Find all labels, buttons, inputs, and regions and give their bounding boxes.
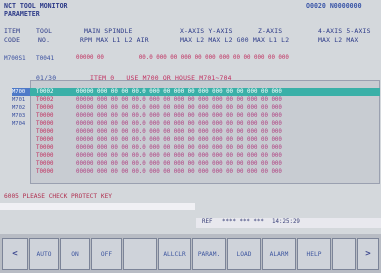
col-45-sub: MAX L2 MAX	[318, 36, 359, 44]
softkey-bar: < AUTO ON OFF ALLCLR PARAM. LOAD ALARM H…	[0, 234, 381, 273]
softkey-load[interactable]: LOAD	[227, 238, 261, 270]
softkey-next-icon[interactable]: >	[357, 238, 379, 270]
table-row[interactable]: T0002 00000 000 00 00 00.0 000 00 000 00…	[30, 88, 380, 96]
softkey-prev-icon[interactable]: <	[2, 238, 28, 270]
table-row[interactable]: T0000 00000 000 00 00 00.0 000 00 000 00…	[30, 128, 380, 136]
screen-title: NCT TOOL MONITOR	[4, 2, 68, 10]
program-status: O0020 N0000000	[306, 2, 362, 10]
row-tool: T0000	[36, 129, 54, 135]
row-tool: T0000	[36, 153, 54, 159]
row-tool: T0002	[36, 97, 54, 103]
row-values: 00000 000 00 00 00.0 000 00 000 00 000 0…	[76, 97, 282, 103]
row-tool: T0000	[36, 169, 54, 175]
row-values: 00000 000 00 00 00.0 000 00 000 00 000 0…	[76, 105, 282, 111]
row-values: 00000 000 00 00 00.0 000 00 000 00 000 0…	[76, 121, 282, 127]
col-axis-sub: MAX L2 MAX L2 G00 MAX L1 L2	[180, 36, 290, 44]
softkey-alarm[interactable]: ALARM	[262, 238, 296, 270]
row-values: 00000 000 00 00 00.0 000 00 000 00 000 0…	[76, 169, 282, 175]
status-mode: REF	[202, 219, 213, 225]
machine-code: M700S1	[4, 55, 26, 62]
col-xy-axis: X-AXIS Y-AXIS	[180, 27, 233, 35]
row-tool: T0000	[36, 113, 54, 119]
table-row[interactable]: T0000 00000 000 00 00 00.0 000 00 000 00…	[30, 112, 380, 120]
row-values: 00000 000 00 00 00.0 000 00 000 00 000 0…	[76, 145, 282, 151]
row-values: 00000 000 00 00 00.0 000 00 000 00 000 0…	[76, 137, 282, 143]
table-row[interactable]: T0000 00000 000 00 00 00.0 000 00 000 00…	[30, 104, 380, 112]
softkey-param[interactable]: PARAM.	[192, 238, 226, 270]
status-stars: **** *** ***	[222, 219, 264, 225]
softkey-on[interactable]: ON	[60, 238, 90, 270]
side-item-m701[interactable]: M701	[12, 96, 30, 104]
machine-values: 00000 00 00.0 000 00 000 00 000 000 00 0…	[76, 55, 289, 61]
table-row[interactable]: T0000 00000 000 00 00 00.0 000 00 000 00…	[30, 168, 380, 176]
row-tool: T0000	[36, 145, 54, 151]
col-45-axis: 4-AXIS 5-AXIS	[318, 27, 371, 35]
softkey-blank-2[interactable]	[332, 238, 356, 270]
table-row[interactable]: T0000 00000 000 00 00 00.0 000 00 000 00…	[30, 152, 380, 160]
softkey-allclr[interactable]: ALLCLR	[158, 238, 191, 270]
col-z-axis: Z-AXIS	[258, 27, 283, 35]
row-tool: T0000	[36, 137, 54, 143]
table-row[interactable]: T0000 00000 000 00 00 00.0 000 00 000 00…	[30, 136, 380, 144]
col-code: CODE	[4, 36, 21, 44]
side-item-m703[interactable]: M703	[12, 112, 30, 120]
col-tool: TOOL	[36, 27, 53, 35]
row-values: 00000 000 00 00 00.0 000 00 000 00 000 0…	[76, 161, 282, 167]
table-row[interactable]: T0002 00000 000 00 00 00.0 000 00 000 00…	[30, 96, 380, 104]
softkey-help[interactable]: HELP	[297, 238, 331, 270]
row-tool: T0000	[36, 161, 54, 167]
table-row[interactable]: T0000 00000 000 00 00 00.0 000 00 000 00…	[30, 144, 380, 152]
table-row[interactable]: T0000 00000 000 00 00 00.0 000 00 000 00…	[30, 120, 380, 128]
row-values: 00000 000 00 00 00.0 000 00 000 00 000 0…	[76, 89, 282, 95]
table-row[interactable]: T0000 00000 000 00 00 00.0 000 00 000 00…	[30, 160, 380, 168]
row-tool: T0002	[36, 89, 54, 95]
alarm-message: 6005 PLEASE CHECK PROTECT KEY	[4, 193, 113, 200]
row-values: 00000 000 00 00 00.0 000 00 000 00 000 0…	[76, 113, 282, 119]
machine-tool: T0041	[36, 55, 55, 62]
cnc-screen: NCT TOOL MONITOR PARAMETER O0020 N000000…	[0, 0, 381, 273]
input-line[interactable]	[0, 203, 195, 210]
row-values: 00000 000 00 00 00.0 000 00 000 00 000 0…	[76, 129, 282, 135]
col-main-spindle: MAIN SPINDLE	[84, 27, 133, 35]
screen-subtitle: PARAMETER	[4, 10, 40, 18]
side-item-m702[interactable]: M702	[12, 104, 30, 112]
softkey-auto[interactable]: AUTO	[29, 238, 59, 270]
col-item: ITEM	[4, 27, 21, 35]
col-no: NO.	[38, 36, 51, 44]
side-item-m704[interactable]: M704	[12, 120, 30, 128]
row-values: 00000 000 00 00 00.0 000 00 000 00 000 0…	[76, 153, 282, 159]
col-spindle-sub: RPM MAX L1 L2 AIR	[80, 36, 149, 44]
status-strip: REF **** *** *** 14:25:29	[196, 218, 381, 228]
softkey-off[interactable]: OFF	[91, 238, 122, 270]
status-time: 14:25:29	[272, 219, 300, 225]
side-item-m700[interactable]: M700	[12, 88, 30, 96]
row-tool: T0000	[36, 121, 54, 127]
row-tool: T0000	[36, 105, 54, 111]
softkey-blank-1[interactable]	[123, 238, 157, 270]
